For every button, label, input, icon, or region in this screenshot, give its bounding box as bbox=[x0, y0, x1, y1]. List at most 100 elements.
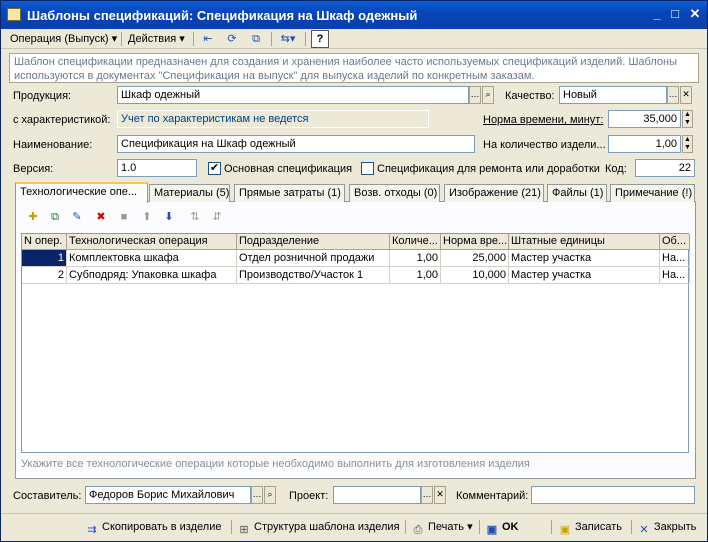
toolbar-separator bbox=[479, 520, 480, 534]
print-button[interactable]: ⎙ Печать ▾ bbox=[411, 518, 473, 538]
tab-waste[interactable]: Возв. отходы (0) bbox=[349, 184, 440, 202]
minimize-button[interactable]: _ bbox=[649, 7, 665, 23]
col-staff-units[interactable]: Штатные единицы bbox=[509, 234, 660, 250]
actions-menu[interactable]: Действия ▾ bbox=[125, 31, 188, 47]
repair-spec-checkbox[interactable] bbox=[361, 162, 374, 175]
chevron-down-icon: ▾ bbox=[111, 33, 118, 45]
quality-field[interactable]: Новый bbox=[559, 86, 667, 104]
close-icon: ✕ bbox=[639, 524, 649, 536]
col-op-number[interactable]: N опер. bbox=[22, 234, 67, 250]
time-norm-label[interactable]: Норма времени, минут: bbox=[483, 113, 603, 127]
clear-icon[interactable]: ✕ bbox=[434, 486, 446, 504]
move-down-icon[interactable]: ⬇ bbox=[161, 209, 177, 225]
clear-icon[interactable]: ✕ bbox=[680, 86, 692, 104]
toolbar-separator bbox=[121, 32, 122, 46]
spin-up-down-icon[interactable]: ▲ ▼ bbox=[682, 110, 693, 128]
characteristic-label: с характеристикой: bbox=[13, 114, 111, 126]
floppy-icon: ▣ bbox=[559, 524, 571, 536]
table-cell[interactable]: 1,00 bbox=[390, 250, 441, 267]
table-cell[interactable]: 2 bbox=[22, 267, 67, 284]
code-field[interactable]: 22 bbox=[635, 159, 695, 177]
version-field[interactable]: 1.0 bbox=[117, 159, 197, 177]
copy-row-icon[interactable]: ⧉ bbox=[47, 209, 63, 225]
tab-files[interactable]: Файлы (1) bbox=[547, 184, 607, 202]
spec-template-window: Шаблоны спецификаций: Спецификация на Шк… bbox=[0, 0, 708, 542]
comment-label: Комментарий: bbox=[456, 490, 529, 502]
time-norm-field[interactable]: 35,000 bbox=[608, 110, 681, 128]
col-equipment[interactable]: Об... bbox=[660, 234, 690, 250]
toolbar-separator bbox=[405, 520, 406, 534]
tab-note[interactable]: Примечание (!) bbox=[610, 184, 695, 202]
table-cell[interactable]: Мастер участка bbox=[509, 250, 660, 267]
chevron-down-icon: ▾ bbox=[467, 521, 473, 533]
go-back-icon[interactable]: ⇤ bbox=[199, 30, 217, 48]
tab-direct-costs[interactable]: Прямые затраты (1) bbox=[234, 184, 345, 202]
table-cell[interactable]: Комплектовка шкафа bbox=[67, 250, 237, 267]
operation-menu[interactable]: Операция (Выпуск) ▾ bbox=[7, 31, 120, 47]
table-cell[interactable]: 1,00 bbox=[390, 267, 441, 284]
tab-image[interactable]: Изображение (21) bbox=[444, 184, 544, 202]
author-field[interactable]: Федоров Борис Михайлович bbox=[85, 486, 251, 504]
transfer-dropdown-icon[interactable]: ⇆▾ bbox=[275, 30, 301, 48]
table-cell[interactable]: Мастер участка bbox=[509, 267, 660, 284]
table-cell[interactable]: 1 bbox=[22, 250, 67, 267]
table-cell[interactable]: 25,000 bbox=[441, 250, 509, 267]
product-field[interactable]: Шкаф одежный bbox=[117, 86, 469, 104]
select-ellipsis-icon[interactable]: … bbox=[421, 486, 433, 504]
author-label: Составитель: bbox=[13, 490, 82, 502]
toolbar-separator bbox=[305, 32, 306, 46]
menu-bar: Операция (Выпуск) ▾ Действия ▾ ⇤ ⟳ ⧉ ⇆▾ … bbox=[1, 29, 707, 49]
table-cell[interactable]: Отдел розничной продажи bbox=[237, 250, 390, 267]
refresh-icon[interactable]: ⟳ bbox=[223, 30, 241, 48]
select-ellipsis-icon[interactable]: … bbox=[667, 86, 679, 104]
tab-operations[interactable]: Технологические опе... bbox=[15, 182, 148, 203]
search-icon[interactable]: ⌕ bbox=[482, 86, 494, 104]
comment-field[interactable] bbox=[531, 486, 695, 504]
select-ellipsis-icon[interactable]: … bbox=[469, 86, 481, 104]
table-cell[interactable]: На... bbox=[660, 267, 690, 284]
project-field[interactable] bbox=[333, 486, 421, 504]
project-label: Проект: bbox=[289, 490, 329, 502]
col-operation[interactable]: Технологическая операция bbox=[67, 234, 237, 250]
toolbar-separator bbox=[193, 32, 194, 46]
sort-ascending-icon[interactable]: ⇅ bbox=[187, 209, 203, 225]
table-cell[interactable]: 10,000 bbox=[441, 267, 509, 284]
template-structure-button[interactable]: ⊞ Структура шаблона изделия bbox=[237, 518, 399, 538]
print-label: Печать bbox=[428, 521, 465, 533]
toolbar-separator bbox=[271, 32, 272, 46]
ok-button[interactable]: ▣ OK bbox=[485, 518, 519, 538]
table-cell[interactable]: На... bbox=[660, 250, 690, 267]
copy-document-icon[interactable]: ⧉ bbox=[247, 30, 265, 48]
close-window-button[interactable]: ✕ bbox=[687, 7, 703, 23]
end-edit-icon[interactable]: ■ bbox=[116, 209, 132, 225]
col-quantity[interactable]: Количе... bbox=[390, 234, 441, 250]
help-icon[interactable]: ? bbox=[311, 30, 329, 48]
col-department[interactable]: Подразделение bbox=[237, 234, 390, 250]
name-field[interactable]: Спецификация на Шкаф одежный bbox=[117, 135, 475, 153]
select-ellipsis-icon[interactable]: … bbox=[251, 486, 263, 504]
bottom-toolbar: ⇉ Скопировать в изделие ⊞ Структура шаблон… bbox=[1, 513, 707, 541]
move-up-icon[interactable]: ⬆ bbox=[139, 209, 155, 225]
table-cell[interactable]: Производство/Участок 1 bbox=[237, 267, 390, 284]
maximize-button[interactable]: □ bbox=[667, 7, 683, 23]
checkmark-icon: ✔ bbox=[209, 162, 220, 174]
col-time-norm[interactable]: Норма вре... bbox=[441, 234, 509, 250]
title-bar[interactable]: Шаблоны спецификаций: Спецификация на Шк… bbox=[1, 1, 707, 29]
main-spec-checkbox[interactable]: ✔ bbox=[208, 162, 221, 175]
toolbar-separator bbox=[631, 520, 632, 534]
spin-up-down-icon[interactable]: ▲ ▼ bbox=[682, 135, 693, 153]
table-cell[interactable]: Субподряд: Упаковка шкафа bbox=[67, 267, 237, 284]
edit-row-icon[interactable]: ✎ bbox=[69, 209, 85, 225]
structure-icon: ⊞ bbox=[239, 524, 249, 536]
delete-row-icon[interactable]: ✖ bbox=[93, 209, 109, 225]
search-icon[interactable]: ⌕ bbox=[264, 486, 276, 504]
close-button[interactable]: ✕ Закрыть bbox=[637, 518, 696, 538]
tab-materials[interactable]: Материалы (5) bbox=[149, 184, 230, 202]
operation-menu-label: Операция (Выпуск) bbox=[10, 33, 109, 45]
add-row-icon[interactable]: ✚ bbox=[25, 209, 41, 225]
save-button[interactable]: ▣ Записать bbox=[558, 518, 622, 538]
code-label: Код: bbox=[605, 163, 627, 175]
sort-descending-icon[interactable]: ⇵ bbox=[209, 209, 225, 225]
quantity-field[interactable]: 1,00 bbox=[608, 135, 681, 153]
copy-to-product-button[interactable]: ⇉ Скопировать в изделие bbox=[85, 518, 221, 538]
